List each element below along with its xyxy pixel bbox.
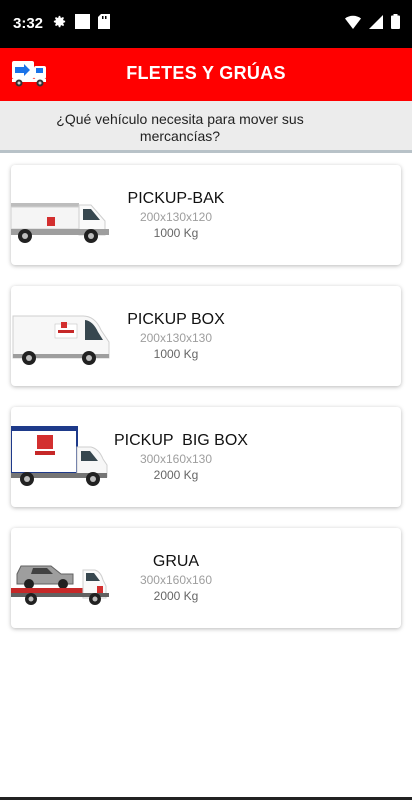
- vehicle-capacity: 1000 Kg: [153, 347, 199, 361]
- vehicle-dimensions: 300x160x130: [139, 452, 213, 466]
- app-bar: FLETES Y GRÚAS: [0, 48, 412, 101]
- battery-icon: [391, 14, 400, 34]
- vehicle-card-pickup-bak[interactable]: PICKUP-BAK 200x130x120 1000 Kg: [10, 165, 401, 265]
- vehicle-name: PICKUP BOX: [127, 311, 225, 328]
- status-time: 3:32: [13, 15, 44, 32]
- wifi-icon: [345, 15, 361, 34]
- vehicle-dimensions: 200x130x120: [139, 210, 213, 224]
- cargo-van-icon: [11, 286, 112, 386]
- status-icons-right: [345, 14, 400, 34]
- signal-icon: [369, 14, 383, 34]
- vehicle-name: GRUA: [152, 553, 200, 570]
- vehicle-capacity: 2000 Kg: [153, 468, 199, 482]
- status-bar: 3:32: [0, 0, 412, 48]
- app-title: FLETES Y GRÚAS: [126, 63, 286, 83]
- square-icon: [75, 14, 90, 34]
- subheader: ¿Qué vehículo necesita para mover sus me…: [0, 101, 412, 153]
- vehicle-card-pickup-box[interactable]: PICKUP BOX 200x130x130 1000 Kg: [11, 286, 401, 386]
- box-truck-icon: [10, 407, 112, 507]
- vehicle-card-grua[interactable]: GRUA 300x160x160 2000 Kg: [11, 528, 401, 628]
- vehicle-dimensions: 300x160x160: [139, 573, 213, 587]
- flatbed-van-icon: [10, 165, 112, 265]
- vehicle-info: PICKUP-BAK 200x130x120 1000 Kg: [114, 189, 238, 242]
- tow-truck-icon: [11, 528, 112, 628]
- vehicle-card-pickup-big-box[interactable]: PICKUP BIG BOX 300x160x130 2000 Kg: [10, 407, 401, 507]
- vehicle-name: PICKUP BIG BOX: [114, 432, 248, 449]
- vehicle-info: GRUA 300x160x160 2000 Kg: [114, 552, 238, 605]
- status-icons-left: [52, 14, 110, 34]
- vehicle-info: PICKUP BIG BOX 300x160x130 2000 Kg: [114, 431, 248, 484]
- sd-card-icon: [98, 14, 110, 34]
- vehicle-dimensions: 200x130x130: [139, 331, 213, 345]
- vehicle-info: PICKUP BOX 200x130x130 1000 Kg: [114, 310, 238, 363]
- vehicle-name: PICKUP-BAK: [127, 190, 225, 207]
- gear-icon: [52, 14, 67, 34]
- vehicle-capacity: 1000 Kg: [153, 226, 199, 240]
- vehicle-capacity: 2000 Kg: [153, 589, 199, 603]
- vehicle-question: ¿Qué vehículo necesita para mover sus me…: [56, 111, 304, 144]
